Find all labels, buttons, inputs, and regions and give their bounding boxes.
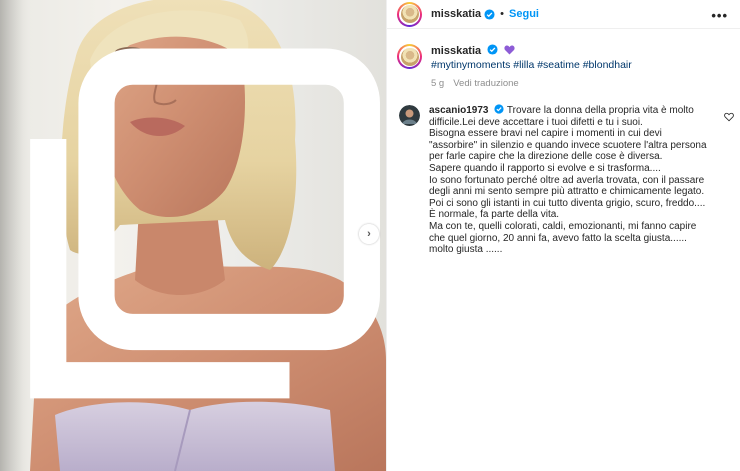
caption-hashtags[interactable]: #mytinymoments #lilla #seatime #blondhai… — [431, 58, 632, 72]
comment-line: difficile.Lei deve accettare i tuoi dife… — [429, 116, 643, 128]
author-username[interactable]: misskatia — [431, 8, 481, 20]
comment-line: molto giusta ...... — [429, 244, 503, 256]
comment-line: per farle capire che la direzione delle … — [429, 151, 663, 163]
comment-line: Sapere quando il rapporto si evolve e si… — [429, 162, 661, 174]
heart-outline-icon[interactable] — [724, 112, 734, 122]
comment-line: "assorbire" in silenzio e quando invece … — [429, 139, 707, 151]
commenter-avatar[interactable] — [399, 105, 420, 126]
next-image-button[interactable]: › — [359, 224, 379, 244]
comment-line: Trovare la donna della propria vita è mo… — [506, 105, 694, 116]
author-avatar[interactable] — [397, 1, 422, 27]
post-header: misskatia • Segui ••• — [387, 0, 740, 29]
chevron-right-icon: › — [367, 228, 371, 240]
commenter-username[interactable]: ascanio1973 — [429, 105, 489, 116]
comment-line: Io sono fortunato perché oltre ad averla… — [429, 174, 705, 186]
comment-line: Ma con te, quelli colorati, caldi, emozi… — [429, 220, 697, 232]
caption: misskatia #mytinymoments #lilla #seatime… — [397, 44, 727, 89]
translate-link[interactable]: Vedi traduzione — [453, 78, 519, 89]
comment: ascanio1973 Trovare la donna della propr… — [397, 104, 727, 256]
comment-line: degli anni mi sento sempre più attratto … — [429, 186, 705, 198]
comment-line: Bisogna essere bravi nel capire i moment… — [429, 128, 662, 140]
instagram-post: › misskatia • Segui ••• misskatia #mytin… — [0, 0, 740, 471]
caption-meta: 5 g Vedi traduzione — [431, 78, 632, 89]
separator-dot: • — [500, 8, 505, 20]
purple-heart-icon — [504, 45, 515, 55]
comment-line: È normale, fa parte della vita. — [429, 209, 560, 221]
verified-badge-icon — [487, 44, 498, 55]
post-photo[interactable]: › — [0, 0, 386, 471]
caption-author-username[interactable]: misskatia — [431, 45, 481, 57]
more-options-icon[interactable]: ••• — [711, 8, 728, 23]
verified-badge-icon — [484, 8, 495, 20]
post-age[interactable]: 5 g — [431, 78, 444, 89]
comment-line: Poi ci sono gli istanti in cui tutto div… — [429, 197, 706, 209]
follow-button[interactable]: Segui — [509, 8, 539, 20]
caption-author-avatar[interactable] — [397, 44, 422, 69]
multiple-images-icon — [30, 48, 380, 399]
comment-body: ascanio1973 Trovare la donna della propr… — [429, 104, 719, 256]
post-side-panel: misskatia • Segui ••• misskatia #mytinym… — [386, 0, 740, 471]
comment-line: che quel giorno, 20 anni fa, avevo fatto… — [429, 232, 687, 244]
verified-badge-icon — [494, 104, 504, 114]
